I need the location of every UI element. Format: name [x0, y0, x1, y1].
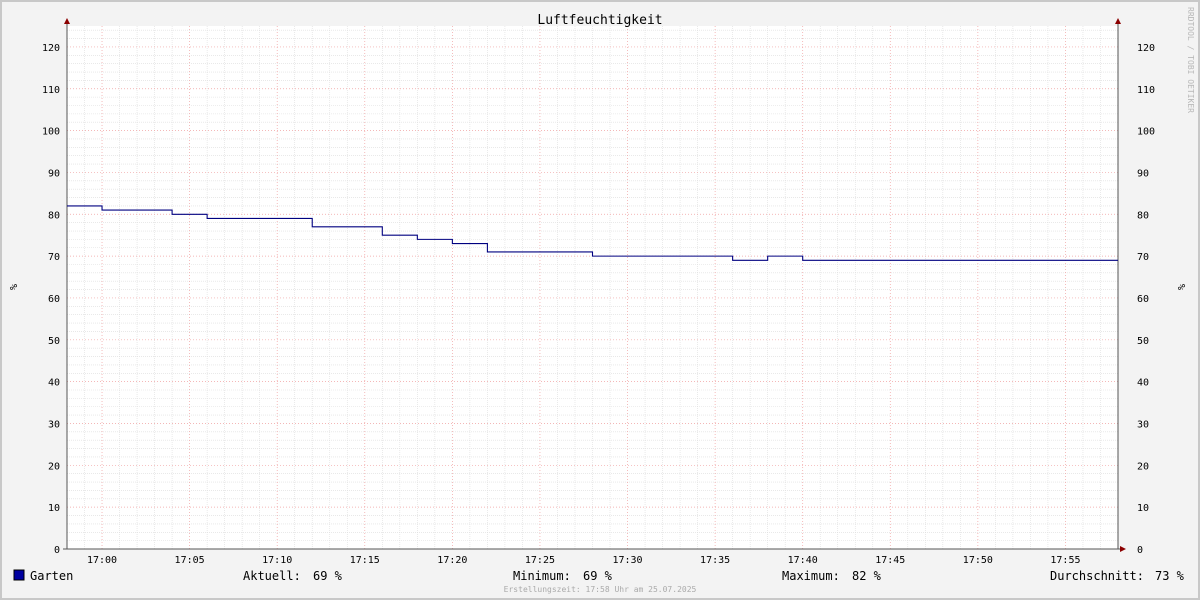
x-tick-label: 17:30	[612, 555, 642, 566]
legend-avg-label: Durchschnitt:	[1050, 569, 1144, 583]
y-tick-label-right: 40	[1137, 378, 1149, 389]
x-axis-labels: 17:00 17:05 17:10 17:15 17:20 17:25 17:30 17:35…	[87, 555, 1081, 566]
y-tick-label-left: 50	[48, 336, 60, 347]
y-tick-label-right: 120	[1137, 43, 1155, 54]
x-axis-arrow	[1120, 546, 1126, 552]
legend-avg-value: 73 %	[1155, 569, 1185, 583]
x-tick-label: 17:55	[1050, 555, 1080, 566]
y-tick-label-left: 10	[48, 503, 60, 514]
y-tick-label-left: 20	[48, 461, 60, 472]
y-tick-label-left: 80	[48, 210, 60, 221]
y-tick-label-left: 90	[48, 168, 60, 179]
y-tick-label-right: 70	[1137, 252, 1149, 263]
y-tick-label-right: 100	[1137, 127, 1155, 138]
y-tick-label-left: 110	[42, 85, 60, 96]
legend-max-value: 82 %	[852, 569, 882, 583]
y-axis-right-labels: 0 10 20 30 40 50 60 70 80 90 100 110 120	[1137, 43, 1155, 556]
x-tick-label: 17:35	[700, 555, 730, 566]
y-tick-label-left: 30	[48, 419, 60, 430]
y-tick-label-right: 80	[1137, 210, 1149, 221]
y-tick-label-left: 100	[42, 127, 60, 138]
legend-max-label: Maximum:	[782, 569, 840, 583]
x-tick-label: 17:40	[788, 555, 818, 566]
y-axis-arrow-right	[1115, 18, 1121, 24]
y-tick-label-right: 0	[1137, 545, 1143, 556]
y-axis-arrow-left	[64, 18, 70, 24]
legend-min-label: Minimum:	[513, 569, 571, 583]
y-tick-label-right: 30	[1137, 419, 1149, 430]
x-tick-label: 17:05	[175, 555, 205, 566]
y-tick-label-right: 10	[1137, 503, 1149, 514]
x-tick-label: 17:45	[875, 555, 905, 566]
legend-current-label: Aktuell:	[243, 569, 301, 583]
humidity-chart: 0 10 20 30 40 50 60 70 80 90 100 110 120 0 10 20 30 40 50…	[7, 7, 1195, 594]
y-tick-label-left: 70	[48, 252, 60, 263]
x-tick-label: 17:20	[437, 555, 467, 566]
x-tick-label: 17:15	[350, 555, 380, 566]
legend-current-value: 69 %	[313, 569, 343, 583]
legend-series-name: Garten	[30, 569, 73, 583]
y-tick-label-left: 0	[54, 545, 60, 556]
y-tick-label-right: 110	[1137, 85, 1155, 96]
y-tick-label-right: 60	[1137, 294, 1149, 305]
x-tick-label: 17:10	[262, 555, 292, 566]
y-tick-label-left: 40	[48, 378, 60, 389]
chart-title: Luftfeuchtigkeit	[537, 13, 662, 28]
creation-timestamp: Erstellungszeit: 17:58 Uhr am 25.07.2025	[504, 585, 697, 594]
x-tick-label: 17:50	[963, 555, 993, 566]
y-tick-label-right: 90	[1137, 168, 1149, 179]
legend-min-value: 69 %	[583, 569, 613, 583]
y-tick-label-left: 120	[42, 43, 60, 54]
y-axis-label-right: %	[1175, 284, 1186, 290]
y-tick-label-right: 20	[1137, 461, 1149, 472]
y-tick-label-right: 50	[1137, 336, 1149, 347]
legend-swatch-garten	[13, 569, 25, 581]
y-tick-label-left: 60	[48, 294, 60, 305]
rrdtool-watermark: RRDTOOL / TOBI OETIKER	[1186, 7, 1195, 113]
x-tick-label: 17:25	[525, 555, 555, 566]
x-tick-label: 17:00	[87, 555, 117, 566]
y-axis-label-left: %	[7, 284, 18, 290]
y-axis-left-labels: 0 10 20 30 40 50 60 70 80 90 100 110 120	[42, 43, 60, 556]
